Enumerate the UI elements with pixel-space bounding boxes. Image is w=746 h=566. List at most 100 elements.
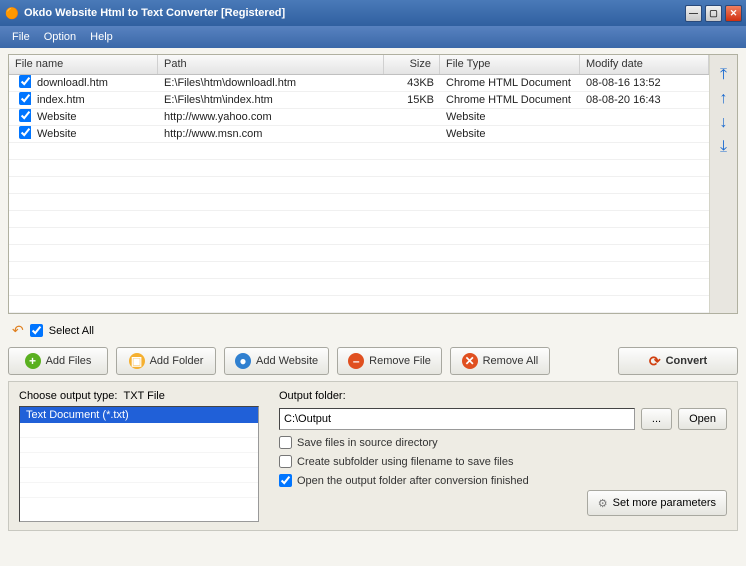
type-item-txt[interactable]: Text Document (*.txt)	[20, 407, 258, 423]
open-after-label: Open the output folder after conversion …	[297, 475, 529, 487]
cell-type: Chrome HTML Document	[440, 93, 580, 107]
cell-size	[384, 133, 440, 135]
output-folder-label: Output folder:	[279, 390, 727, 402]
add-website-label: Add Website	[256, 355, 318, 367]
window-title: Okdo Website Html to Text Converter [Reg…	[24, 7, 685, 19]
cell-name: Website	[31, 110, 158, 124]
move-bottom-icon[interactable]: ⤓	[720, 139, 727, 155]
open-after-checkbox[interactable]	[279, 474, 292, 487]
cell-date: 08-08-20 16:43	[580, 93, 709, 107]
cell-type: Chrome HTML Document	[440, 76, 580, 90]
selectall-row: ↶ Select All	[8, 320, 738, 341]
main-content: File name Path Size File Type Modify dat…	[0, 48, 746, 566]
choose-type-value: TXT File	[123, 390, 164, 402]
add-files-button[interactable]: + Add Files	[8, 347, 108, 375]
create-subfolder-row[interactable]: Create subfolder using filename to save …	[279, 455, 727, 468]
cell-path: E:\Files\htm\index.htm	[158, 93, 384, 107]
cell-name: index.htm	[31, 93, 158, 107]
open-button[interactable]: Open	[678, 408, 727, 430]
create-subfolder-checkbox[interactable]	[279, 455, 292, 468]
cell-date	[580, 133, 709, 135]
cell-type: Website	[440, 110, 580, 124]
selectall-label: Select All	[49, 325, 94, 337]
add-folder-button[interactable]: ▣ Add Folder	[116, 347, 216, 375]
cell-size: 43KB	[384, 76, 440, 90]
globe-icon: ●	[235, 353, 251, 369]
x-icon: ✕	[462, 353, 478, 369]
menubar: File Option Help	[0, 26, 746, 48]
file-table: File name Path Size File Type Modify dat…	[9, 55, 709, 313]
output-type-panel: Choose output type: TXT File Text Docume…	[19, 390, 259, 522]
open-after-row[interactable]: Open the output folder after conversion …	[279, 474, 727, 487]
row-checkbox[interactable]	[19, 75, 31, 88]
close-button[interactable]: ✕	[725, 5, 742, 22]
add-folder-label: Add Folder	[150, 355, 204, 367]
output-panel: Choose output type: TXT File Text Docume…	[8, 381, 738, 531]
create-subfolder-label: Create subfolder using filename to save …	[297, 456, 513, 468]
more-parameters-button[interactable]: ⚙ Set more parameters	[587, 490, 727, 516]
minimize-button[interactable]: —	[685, 5, 702, 22]
cell-type: Website	[440, 127, 580, 141]
remove-file-label: Remove File	[369, 355, 431, 367]
add-website-button[interactable]: ● Add Website	[224, 347, 329, 375]
cell-size	[384, 116, 440, 118]
up-folder-icon[interactable]: ↶	[12, 322, 24, 339]
table-row[interactable]: downloadl.htmE:\Files\htm\downloadl.htm4…	[9, 75, 709, 92]
table-body: downloadl.htmE:\Files\htm\downloadl.htm4…	[9, 75, 709, 313]
add-files-label: Add Files	[46, 355, 92, 367]
cell-path: http://www.yahoo.com	[158, 110, 384, 124]
titlebar: 🟠 Okdo Website Html to Text Converter [R…	[0, 0, 746, 26]
browse-button[interactable]: ...	[641, 408, 672, 430]
menu-file[interactable]: File	[6, 29, 36, 45]
maximize-button[interactable]: ▢	[705, 5, 722, 22]
remove-all-label: Remove All	[483, 355, 539, 367]
col-size[interactable]: Size	[384, 55, 440, 74]
plus-icon: +	[25, 353, 41, 369]
col-filename[interactable]: File name	[9, 55, 158, 74]
cell-path: E:\Files\htm\downloadl.htm	[158, 76, 384, 90]
table-row[interactable]: index.htmE:\Files\htm\index.htm15KBChrom…	[9, 92, 709, 109]
cell-size: 15KB	[384, 93, 440, 107]
table-row[interactable]: Websitehttp://www.msn.comWebsite	[9, 126, 709, 143]
menu-option[interactable]: Option	[38, 29, 82, 45]
choose-type-label: Choose output type:	[19, 390, 117, 402]
remove-file-button[interactable]: –Remove File	[337, 347, 442, 375]
folder-icon: ▣	[129, 353, 145, 369]
convert-icon: ⟳	[649, 353, 661, 370]
col-date[interactable]: Modify date	[580, 55, 709, 74]
move-top-icon[interactable]: ⤒	[720, 67, 727, 83]
save-source-row[interactable]: Save files in source directory	[279, 436, 727, 449]
output-folder-panel: Output folder: ... Open Save files in so…	[279, 390, 727, 522]
app-icon: 🟠	[4, 5, 20, 21]
menu-help[interactable]: Help	[84, 29, 119, 45]
save-source-checkbox[interactable]	[279, 436, 292, 449]
cell-path: http://www.msn.com	[158, 127, 384, 141]
gear-icon: ⚙	[598, 497, 608, 510]
row-checkbox[interactable]	[19, 109, 31, 122]
col-type[interactable]: File Type	[440, 55, 580, 74]
toolbar: +Add Files ▣Add Folder ●Add Website –Rem…	[8, 347, 738, 375]
move-up-icon[interactable]: ↑	[720, 91, 728, 107]
convert-label: Convert	[666, 355, 708, 367]
table-header: File name Path Size File Type Modify dat…	[9, 55, 709, 75]
cell-name: Website	[31, 127, 158, 141]
minus-icon: –	[348, 353, 364, 369]
cell-name: downloadl.htm	[31, 76, 158, 90]
col-path[interactable]: Path	[158, 55, 384, 74]
reorder-buttons: ⤒ ↑ ↓ ⤓	[709, 55, 737, 313]
save-source-label: Save files in source directory	[297, 437, 438, 449]
table-row[interactable]: Websitehttp://www.yahoo.comWebsite	[9, 109, 709, 126]
output-type-list[interactable]: Text Document (*.txt)	[19, 406, 259, 522]
window-buttons: — ▢ ✕	[685, 5, 742, 22]
row-checkbox[interactable]	[19, 126, 31, 139]
selectall-checkbox[interactable]	[30, 324, 43, 337]
file-list-panel: File name Path Size File Type Modify dat…	[8, 54, 738, 314]
remove-all-button[interactable]: ✕ Remove All	[450, 347, 550, 375]
move-down-icon[interactable]: ↓	[720, 115, 728, 131]
cell-date	[580, 116, 709, 118]
output-folder-input[interactable]	[279, 408, 635, 430]
row-checkbox[interactable]	[19, 92, 31, 105]
more-parameters-label: Set more parameters	[613, 497, 716, 509]
convert-button[interactable]: ⟳ Convert	[618, 347, 738, 375]
cell-date: 08-08-16 13:52	[580, 76, 709, 90]
